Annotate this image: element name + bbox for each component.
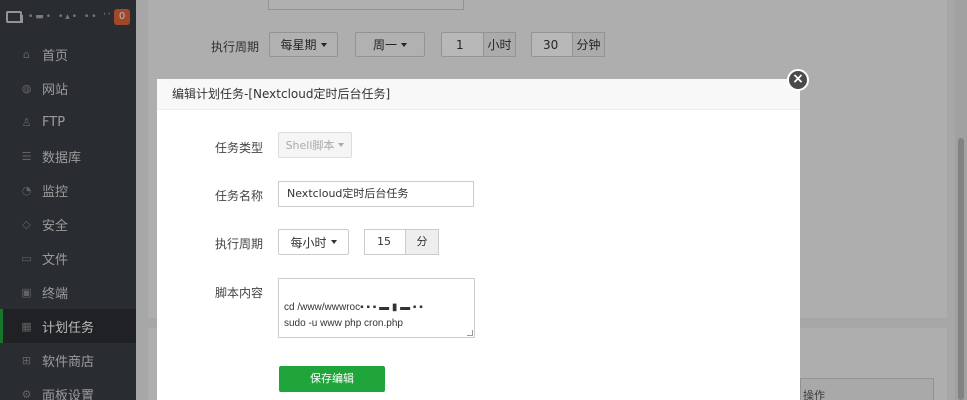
task-type-value: Shell脚本	[285, 139, 335, 152]
script-content-textarea[interactable]: cd /www/wwwroc▪ ▪ ▪ ▬ ▮ ▬ ▪ ▪ sudo -u ww…	[278, 278, 475, 338]
close-icon[interactable]: ×	[787, 69, 809, 91]
period-select[interactable]: 每小时	[278, 229, 349, 255]
save-edit-button[interactable]: 保存编辑	[279, 366, 385, 392]
dialog-title: 编辑计划任务-[Nextcloud定时后台任务]	[157, 79, 800, 110]
minute-unit-addon: 分	[405, 229, 439, 255]
edit-task-dialog: 编辑计划任务-[Nextcloud定时后台任务] 任务类型 Shell脚本 任务…	[157, 79, 800, 400]
task-name-input[interactable]: Nextcloud定时后台任务	[278, 181, 474, 207]
period-label: 执行周期	[214, 237, 263, 251]
script-content-text: cd /www/wwwroc▪ ▪ ▪ ▬ ▮ ▬ ▪ ▪ sudo -u ww…	[284, 302, 423, 329]
task-type-select: Shell脚本	[278, 132, 352, 158]
task-type-label: 任务类型	[214, 141, 263, 155]
task-name-label: 任务名称	[214, 189, 263, 203]
script-content-label: 脚本内容	[214, 286, 263, 300]
resize-handle-icon[interactable]	[467, 330, 473, 336]
chevron-down-icon	[330, 240, 337, 244]
period-select-value: 每小时	[290, 235, 327, 250]
chevron-down-icon	[338, 143, 345, 147]
minute-input[interactable]: 15	[364, 229, 406, 255]
